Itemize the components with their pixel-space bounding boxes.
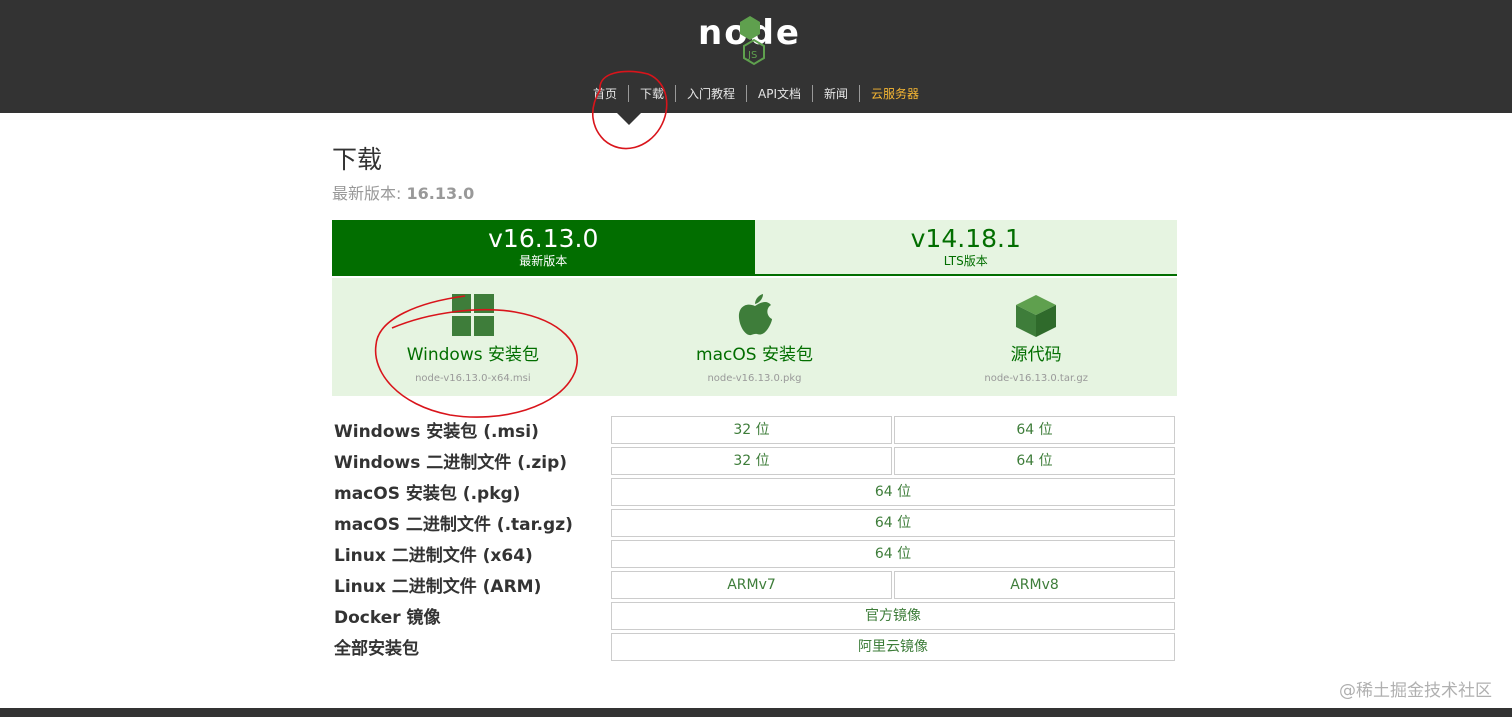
download-cell[interactable]: 64 位 — [894, 416, 1175, 444]
download-cell[interactable]: 64 位 — [611, 509, 1175, 537]
page-title: 下载 — [332, 145, 383, 174]
apple-icon — [738, 294, 772, 336]
download-cell[interactable]: ARMv8 — [894, 571, 1175, 599]
download-cell[interactable]: 32 位 — [611, 416, 892, 444]
cube-icon — [1016, 295, 1057, 337]
table-row: 全部安装包 阿里云镜像 — [332, 631, 1177, 662]
tab-lts[interactable]: v14.18.1 LTS版本 — [754, 220, 1177, 274]
table-row: Windows 安装包 (.msi) 32 位 64 位 — [332, 414, 1177, 445]
nav-item-download[interactable]: 下载 — [631, 85, 673, 102]
tab-lts-version: v14.18.1 — [910, 224, 1021, 253]
footer-bar — [0, 708, 1512, 717]
table-row: Linux 二进制文件 (x64) 64 位 — [332, 538, 1177, 569]
download-cell[interactable]: 64 位 — [894, 447, 1175, 475]
latest-version-value: 16.13.0 — [406, 184, 475, 203]
row-label: macOS 安装包 (.pkg) — [334, 484, 521, 504]
latest-version-label: 最新版本: — [332, 184, 407, 203]
nav-separator — [746, 84, 747, 102]
row-label: Windows 二进制文件 (.zip) — [334, 453, 568, 473]
download-source-name: 源代码 — [1010, 345, 1062, 365]
table-row: Linux 二进制文件 (ARM) ARMv7 ARMv8 — [332, 569, 1177, 600]
tab-current[interactable]: v16.13.0 最新版本 — [332, 220, 755, 274]
table-row: Windows 二进制文件 (.zip) 32 位 64 位 — [332, 445, 1177, 476]
download-options-panel: Windows 安装包 node-v16.13.0-x64.msi macOS … — [332, 278, 1177, 396]
download-cell[interactable]: 64 位 — [611, 540, 1175, 568]
download-source-code[interactable]: 源代码 node-v16.13.0.tar.gz — [895, 278, 1177, 396]
nav-item-news[interactable]: 新闻 — [815, 85, 857, 102]
windows-icon — [451, 294, 494, 336]
row-label: macOS 二进制文件 (.tar.gz) — [334, 515, 573, 535]
logo-badge: JS — [747, 50, 757, 61]
row-label: Linux 二进制文件 (ARM) — [334, 577, 542, 597]
nav-separator — [674, 84, 676, 102]
nav-item-home[interactable]: 首页 — [584, 85, 626, 102]
site-header: node JS 首页 下载 入门教程 API文档 新闻 云服务器 — [0, 0, 1512, 113]
row-label: 全部安装包 — [334, 639, 419, 659]
tab-lts-subtitle: LTS版本 — [943, 254, 988, 268]
download-macos-file: node-v16.13.0.pkg — [707, 373, 802, 384]
download-cell[interactable]: 32 位 — [611, 447, 892, 475]
version-tabs: v16.13.0 最新版本 v14.18.1 LTS版本 — [332, 220, 1177, 276]
nav-separator — [859, 84, 861, 102]
nav-item-api-docs[interactable]: API文档 — [749, 85, 810, 102]
download-source-file: node-v16.13.0.tar.gz — [984, 373, 1088, 384]
row-label: Linux 二进制文件 (x64) — [334, 546, 533, 566]
row-label: Windows 安装包 (.msi) — [334, 422, 539, 442]
row-label: Docker 镜像 — [334, 608, 441, 628]
watermark: @稀土掘金技术社区 — [1339, 681, 1492, 701]
download-cell[interactable]: ARMv7 — [611, 571, 892, 599]
table-row: Docker 镜像 官方镜像 — [332, 600, 1177, 631]
nodejs-logo[interactable]: node JS — [698, 12, 810, 70]
download-cell[interactable]: 阿里云镜像 — [611, 633, 1175, 661]
download-windows-name: Windows 安装包 — [406, 345, 539, 365]
download-macos-installer[interactable]: macOS 安装包 node-v16.13.0.pkg — [614, 278, 896, 396]
download-windows-file: node-v16.13.0-x64.msi — [415, 373, 531, 384]
tab-current-version: v16.13.0 — [488, 224, 599, 253]
table-row: macOS 安装包 (.pkg) 64 位 — [332, 476, 1177, 507]
nav-item-getting-started[interactable]: 入门教程 — [678, 85, 744, 102]
download-table: Windows 安装包 (.msi) 32 位 64 位 Windows 二进制… — [332, 414, 1177, 662]
nav-separator — [812, 84, 813, 102]
latest-version-line: 最新版本: 16.13.0 — [332, 180, 474, 204]
download-cell[interactable]: 官方镜像 — [611, 602, 1175, 630]
tab-current-subtitle: 最新版本 — [519, 254, 568, 268]
download-cell[interactable]: 64 位 — [611, 478, 1175, 506]
download-windows-installer[interactable]: Windows 安装包 node-v16.13.0-x64.msi — [332, 278, 614, 396]
download-macos-name: macOS 安装包 — [696, 345, 813, 365]
table-row: macOS 二进制文件 (.tar.gz) 64 位 — [332, 507, 1177, 538]
active-nav-pointer — [617, 113, 641, 125]
nav-item-cloud-server[interactable]: 云服务器 — [862, 85, 928, 102]
main-nav: 首页 下载 入门教程 API文档 新闻 云服务器 — [0, 82, 1512, 104]
nav-separator — [627, 84, 629, 102]
